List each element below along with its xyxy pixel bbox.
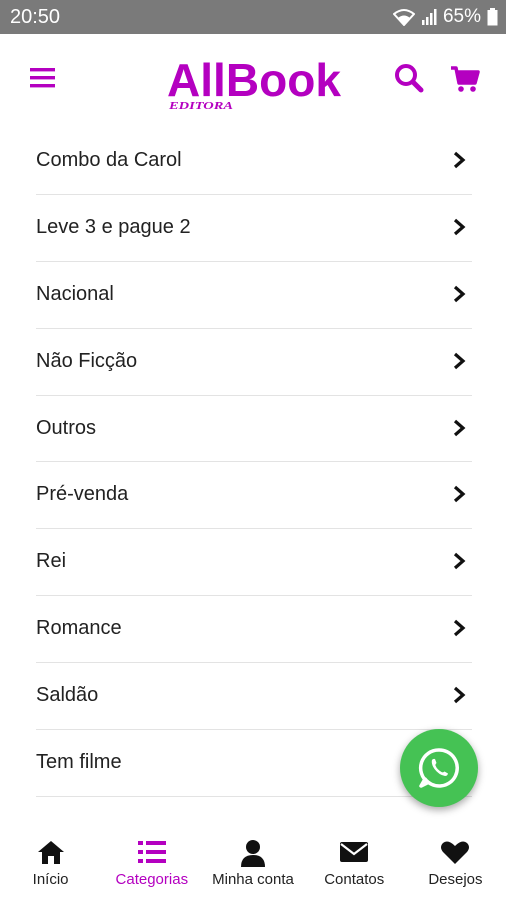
category-label: Combo da Carol bbox=[36, 149, 182, 171]
chevron-right-icon bbox=[453, 620, 466, 637]
chevron-right-icon bbox=[453, 686, 466, 704]
search-icon bbox=[395, 64, 424, 93]
nav-label: Desejos bbox=[428, 871, 483, 888]
menu-button[interactable] bbox=[28, 64, 58, 92]
category-item[interactable]: Nacional bbox=[36, 262, 472, 329]
nav-label: Categorias bbox=[115, 871, 189, 888]
heart-icon bbox=[441, 841, 470, 864]
whatsapp-button[interactable] bbox=[400, 729, 478, 807]
list-icon bbox=[137, 841, 166, 863]
search-button[interactable] bbox=[392, 62, 426, 96]
category-label: Romance bbox=[36, 617, 122, 640]
chevron-right-icon bbox=[453, 419, 466, 436]
logo-main-text: AllBook bbox=[167, 54, 341, 106]
user-icon bbox=[241, 840, 265, 867]
app-header: AllBook EDITORA bbox=[0, 34, 506, 122]
cart-button[interactable] bbox=[448, 62, 482, 96]
category-label: Outros bbox=[36, 416, 97, 439]
battery-percent: 65% bbox=[442, 6, 481, 27]
category-label: Não Ficção bbox=[36, 349, 138, 372]
category-item[interactable]: Leve 3 e pague 2 bbox=[36, 195, 472, 262]
category-item[interactable]: Saldão bbox=[36, 663, 472, 731]
nav-item-categorias[interactable]: Categorias bbox=[101, 826, 202, 900]
status-time: 20:50 bbox=[10, 6, 61, 28]
wifi-icon bbox=[392, 9, 415, 26]
nav-item-desejos[interactable]: Desejos bbox=[405, 826, 506, 900]
category-label: Tem filme bbox=[36, 751, 122, 774]
nav-item-in-cio[interactable]: Início bbox=[0, 826, 101, 900]
category-label: Leve 3 e pague 2 bbox=[36, 215, 191, 238]
signal-icon bbox=[421, 9, 437, 25]
whatsapp-icon bbox=[418, 748, 459, 788]
hamburger-icon bbox=[30, 68, 55, 88]
chevron-right-icon bbox=[453, 218, 466, 236]
battery-icon bbox=[487, 8, 498, 26]
nav-item-minha-conta[interactable]: Minha conta bbox=[202, 826, 303, 900]
category-label: Nacional bbox=[36, 282, 114, 305]
chevron-right-icon bbox=[453, 151, 466, 169]
bottom-navigation: Início Categorias Minha conta Contatos Desej… bbox=[0, 826, 506, 900]
category-item[interactable]: Combo da Carol bbox=[36, 128, 472, 195]
chevron-right-icon bbox=[453, 553, 466, 570]
category-label: Rei bbox=[36, 550, 67, 573]
chevron-right-icon bbox=[453, 486, 466, 503]
category-item[interactable]: Pré-venda bbox=[36, 462, 472, 530]
category-item[interactable]: Romance bbox=[36, 596, 472, 664]
home-icon bbox=[37, 841, 64, 864]
envelope-icon bbox=[340, 842, 369, 862]
category-label: Saldão bbox=[36, 684, 99, 707]
chevron-right-icon bbox=[453, 352, 466, 369]
category-item[interactable]: Rei bbox=[36, 529, 472, 597]
cart-icon bbox=[451, 66, 480, 92]
nav-item-contatos[interactable]: Contatos bbox=[304, 826, 405, 900]
category-label: Pré-venda bbox=[36, 483, 129, 506]
nav-label: Minha conta bbox=[212, 871, 294, 888]
category-item[interactable]: Outros bbox=[36, 396, 472, 463]
nav-label: Contatos bbox=[324, 871, 385, 888]
allbook-logo[interactable]: AllBook EDITORA bbox=[163, 42, 348, 112]
chevron-right-icon bbox=[453, 285, 466, 302]
logo-sub-text: EDITORA bbox=[168, 100, 233, 112]
category-item[interactable]: Não Ficção bbox=[36, 329, 472, 396]
status-bar: 20:50 65% bbox=[0, 0, 506, 34]
category-list: Combo da Carol Leve 3 e pague 2 Nacional Nã… bbox=[36, 128, 472, 797]
nav-label: Início bbox=[32, 871, 69, 888]
